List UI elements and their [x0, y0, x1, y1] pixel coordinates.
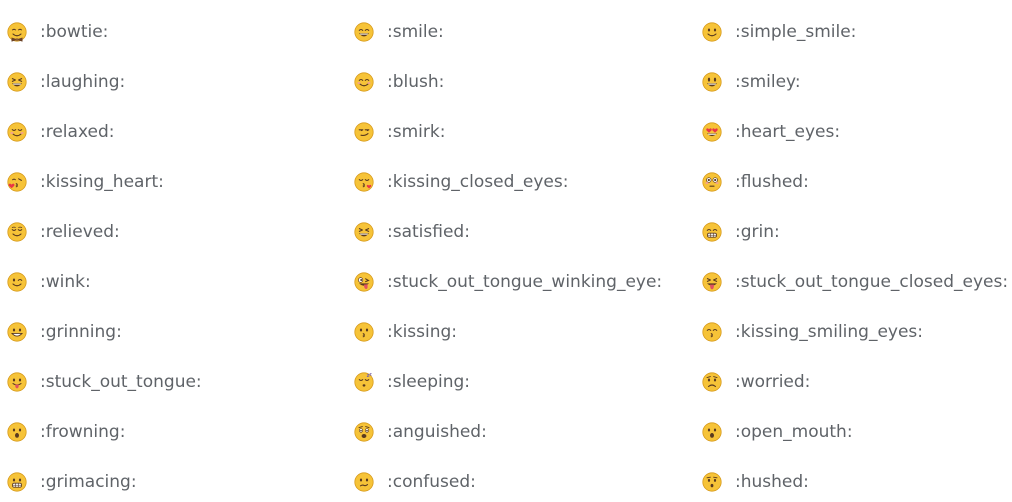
emoji-code-label: :heart_eyes:	[735, 122, 841, 142]
emoji-code-label: :satisfied:	[387, 222, 470, 242]
emoji-item-worried[interactable]: :worried:	[702, 367, 810, 397]
emoji-code-label: :stuck_out_tongue:	[40, 372, 202, 392]
emoji-code-label: :kissing_closed_eyes:	[387, 172, 569, 192]
emoji-code-label: :stuck_out_tongue_winking_eye:	[387, 272, 663, 292]
simple-smile-face-icon	[702, 22, 722, 42]
emoji-code-label: :anguished:	[387, 422, 487, 442]
emoji-item-satisfied[interactable]: :satisfied:	[354, 217, 470, 247]
grin-face-icon	[702, 222, 722, 242]
emoji-code-label: :smirk:	[387, 122, 446, 142]
confused-face-icon	[354, 472, 374, 492]
emoji-item-kissing[interactable]: :kissing:	[354, 317, 457, 347]
bowtie-icon	[7, 22, 27, 42]
blush-face-icon	[354, 72, 374, 92]
emoji-code-label: :relaxed:	[40, 122, 115, 142]
emoji-code-label: :frowning:	[40, 422, 126, 442]
worried-face-icon	[702, 372, 722, 392]
emoji-code-label: :blush:	[387, 72, 445, 92]
hushed-face-icon	[702, 472, 722, 492]
heart-eyes-face-icon	[702, 122, 722, 142]
laughing-face-icon	[7, 72, 27, 92]
emoji-code-label: :worried:	[735, 372, 811, 392]
stuck-out-tongue-winking-eye-face-icon	[354, 272, 374, 292]
emoji-code-label: :kissing:	[387, 322, 458, 342]
emoji-item-wink[interactable]: :wink:	[7, 267, 91, 297]
anguished-face-icon	[354, 422, 374, 442]
emoji-code-label: :wink:	[40, 272, 91, 292]
emoji-code-label: :kissing_heart:	[40, 172, 164, 192]
emoji-item-simple-smile[interactable]: :simple_smile:	[702, 17, 856, 47]
emoji-item-sleeping[interactable]: zz :sleeping:	[354, 367, 470, 397]
emoji-code-label: :simple_smile:	[735, 22, 857, 42]
emoji-item-kissing-closed-eyes[interactable]: :kissing_closed_eyes:	[354, 167, 568, 197]
open-mouth-face-icon	[702, 422, 722, 442]
emoji-item-anguished[interactable]: :anguished:	[354, 417, 487, 447]
smirk-face-icon	[354, 122, 374, 142]
kissing-closed-eyes-face-icon	[354, 172, 374, 192]
emoji-item-relaxed[interactable]: :relaxed:	[7, 117, 114, 147]
emoji-cheat-sheet-grid: :bowtie: :laughing: :relaxed: :kissing_h…	[0, 0, 1012, 502]
emoji-code-label: :flushed:	[735, 172, 809, 192]
emoji-item-frowning[interactable]: :frowning:	[7, 417, 125, 447]
wink-face-icon	[7, 272, 27, 292]
emoji-code-label: :stuck_out_tongue_closed_eyes:	[735, 272, 1009, 292]
emoji-item-heart-eyes[interactable]: :heart_eyes:	[702, 117, 840, 147]
emoji-code-label: :relieved:	[40, 222, 120, 242]
emoji-code-label: :open_mouth:	[735, 422, 853, 442]
flushed-face-icon	[702, 172, 722, 192]
emoji-code-label: :sleeping:	[387, 372, 471, 392]
emoji-code-label: :laughing:	[40, 72, 126, 92]
grimacing-face-icon	[7, 472, 27, 492]
emoji-code-label: :kissing_smiling_eyes:	[735, 322, 924, 342]
emoji-item-smirk[interactable]: :smirk:	[354, 117, 445, 147]
emoji-item-grin[interactable]: :grin:	[702, 217, 780, 247]
emoji-item-blush[interactable]: :blush:	[354, 67, 444, 97]
emoji-item-relieved[interactable]: :relieved:	[7, 217, 120, 247]
emoji-item-grinning[interactable]: :grinning:	[7, 317, 122, 347]
sleeping-face-icon: zz	[354, 372, 374, 392]
emoji-code-label: :grimacing:	[40, 472, 137, 492]
relaxed-face-icon	[7, 122, 27, 142]
emoji-item-bowtie[interactable]: :bowtie:	[7, 17, 108, 47]
emoji-item-stuck-out-tongue-closed-eyes[interactable]: :stuck_out_tongue_closed_eyes:	[702, 267, 1008, 297]
stuck-out-tongue-face-icon	[7, 372, 27, 392]
emoji-item-confused[interactable]: :confused:	[354, 467, 476, 497]
grinning-face-icon	[7, 322, 27, 342]
emoji-code-label: :confused:	[387, 472, 476, 492]
emoji-item-kissing-smiling-eyes[interactable]: :kissing_smiling_eyes:	[702, 317, 923, 347]
emoji-code-label: :smile:	[387, 22, 444, 42]
emoji-item-open-mouth[interactable]: :open_mouth:	[702, 417, 853, 447]
emoji-item-smiley[interactable]: :smiley:	[702, 67, 801, 97]
emoji-item-smile[interactable]: :smile:	[354, 17, 444, 47]
emoji-code-label: :hushed:	[735, 472, 809, 492]
emoji-code-label: :smiley:	[735, 72, 801, 92]
emoji-item-laughing[interactable]: :laughing:	[7, 67, 125, 97]
emoji-item-stuck-out-tongue-winking-eye[interactable]: :stuck_out_tongue_winking_eye:	[354, 267, 662, 297]
emoji-item-grimacing[interactable]: :grimacing:	[7, 467, 137, 497]
emoji-item-kissing-heart[interactable]: :kissing_heart:	[7, 167, 164, 197]
emoji-item-flushed[interactable]: :flushed:	[702, 167, 809, 197]
emoji-item-hushed[interactable]: :hushed:	[702, 467, 809, 497]
svg-text:z: z	[369, 372, 372, 377]
emoji-item-stuck-out-tongue[interactable]: :stuck_out_tongue:	[7, 367, 202, 397]
emoji-code-label: :grinning:	[40, 322, 122, 342]
emoji-code-label: :bowtie:	[40, 22, 109, 42]
frowning-face-icon	[7, 422, 27, 442]
emoji-code-label: :grin:	[735, 222, 780, 242]
kissing-face-icon	[354, 322, 374, 342]
kissing-heart-face-icon	[7, 172, 27, 192]
satisfied-face-icon	[354, 222, 374, 242]
smiley-face-icon	[702, 72, 722, 92]
kissing-smiling-eyes-face-icon	[702, 322, 722, 342]
relieved-face-icon	[7, 222, 27, 242]
smile-face-icon	[354, 22, 374, 42]
stuck-out-tongue-closed-eyes-face-icon	[702, 272, 722, 292]
